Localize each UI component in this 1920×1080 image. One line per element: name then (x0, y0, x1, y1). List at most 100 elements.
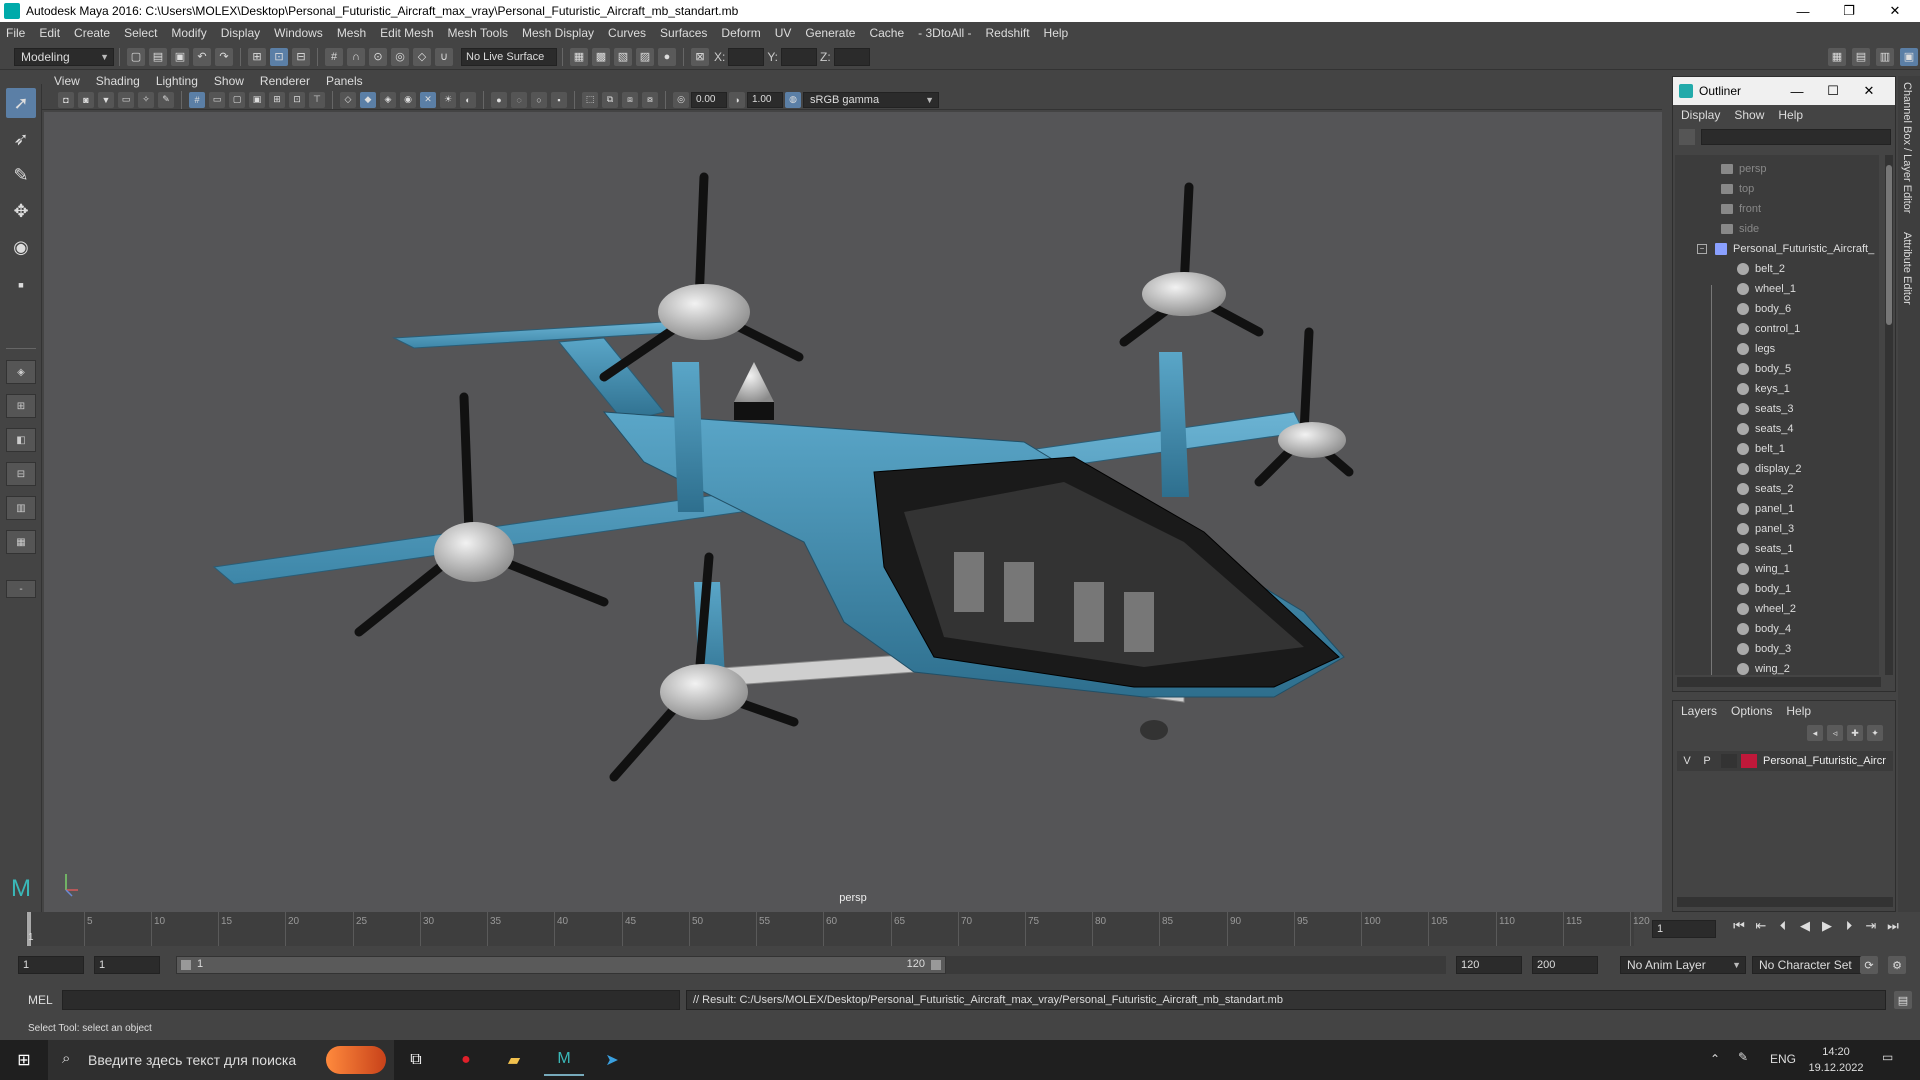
undo-icon[interactable]: ↶ (193, 47, 211, 66)
outliner-item-seats-3[interactable]: seats_3 (1737, 399, 1794, 419)
menu-modify[interactable]: Modify (171, 26, 206, 40)
menu-3dtoall[interactable]: - 3DtoAll - (918, 26, 971, 40)
color-management-icon[interactable]: ◍ (785, 91, 801, 108)
hypershade-icon[interactable]: ● (658, 47, 676, 66)
menu-edit-mesh[interactable]: Edit Mesh (380, 26, 433, 40)
attribute-editor-toggle-icon[interactable]: ▤ (1852, 47, 1870, 66)
outliner-item-body-3[interactable]: body_3 (1737, 639, 1791, 659)
wireframe-on-shaded-icon[interactable]: ◈ (380, 91, 396, 108)
viewport-menu-panels[interactable]: Panels (326, 74, 363, 88)
x-field[interactable] (728, 47, 765, 66)
outliner-item-body-5[interactable]: body_5 (1737, 359, 1791, 379)
taskbar-clock[interactable]: 14:20 19.12.2022 (1806, 1044, 1866, 1076)
telegram-icon[interactable]: ➤ (592, 1044, 632, 1076)
open-scene-icon[interactable]: ▤ (149, 47, 167, 66)
outliner-persp-graph-layout-icon[interactable]: ▦ (6, 530, 36, 554)
lasso-tool-icon[interactable]: ➶ (6, 124, 36, 154)
step-forward-key-icon[interactable]: ⇥ (1860, 918, 1882, 934)
persp-graph-layout-icon[interactable]: ⊟ (6, 462, 36, 486)
snap-curve-icon[interactable]: ∩ (347, 47, 365, 66)
new-layer-icon[interactable]: ✚ (1847, 725, 1863, 741)
select-hierarchy-icon[interactable]: ⊞ (248, 47, 266, 66)
snap-surface-icon[interactable]: ◇ (413, 47, 431, 66)
close-button[interactable]: ✕ (1872, 0, 1918, 22)
single-perspective-layout-icon[interactable]: ◈ (6, 360, 36, 384)
outliner-item-seats-2[interactable]: seats_2 (1737, 479, 1794, 499)
animation-preferences-icon[interactable]: ⚙ (1888, 956, 1906, 974)
minimize-button[interactable]: — (1780, 0, 1826, 22)
viewport-menu-lighting[interactable]: Lighting (156, 74, 198, 88)
tray-overflow-icon[interactable]: ⌃ (1710, 1052, 1720, 1066)
outliner-item-display-2[interactable]: display_2 (1737, 459, 1801, 479)
save-scene-icon[interactable]: ▣ (171, 47, 189, 66)
opera-browser-icon[interactable]: ● (446, 1044, 486, 1076)
select-component-icon[interactable]: ⊟ (292, 47, 310, 66)
menu-generate[interactable]: Generate (805, 26, 855, 40)
outliner-item-body-1[interactable]: body_1 (1737, 579, 1791, 599)
menu-edit[interactable]: Edit (39, 26, 60, 40)
motion-blur-icon[interactable]: ◌ (511, 91, 527, 108)
outliner-item-panel-1[interactable]: panel_1 (1737, 499, 1794, 519)
step-forward-frame-icon[interactable]: ⏵ (1838, 918, 1860, 934)
playback-end-field[interactable]: 120 (1456, 956, 1522, 974)
layer-row[interactable]: V P Personal_Futuristic_Aircr (1677, 751, 1893, 771)
outliner-horizontal-scrollbar[interactable] (1677, 677, 1881, 687)
transform-input-icon[interactable]: ⊠ (691, 47, 709, 66)
menu-mesh-tools[interactable]: Mesh Tools (448, 26, 508, 40)
input-language[interactable]: ENG (1770, 1052, 1796, 1066)
character-set-dropdown[interactable]: No Character Set (1752, 956, 1864, 974)
grid-icon[interactable]: # (189, 91, 205, 108)
exposure-icon[interactable]: ◎ (673, 91, 689, 108)
layers-menu-layers[interactable]: Layers (1681, 704, 1717, 718)
range-slider-track[interactable] (946, 956, 1446, 974)
filter-icon[interactable] (1679, 129, 1695, 145)
current-frame-field[interactable]: 1 (1652, 920, 1716, 938)
maya-taskbar-icon[interactable]: M (544, 1044, 584, 1076)
outliner-item-body-4[interactable]: body_4 (1737, 619, 1791, 639)
time-slider[interactable]: 5 10 15 20 25 30 35 40 45 50 55 60 65 70 75 80 85 90 95 100… (0, 912, 1920, 946)
menu-select[interactable]: Select (124, 26, 157, 40)
shadows-icon[interactable]: ◐ (460, 91, 476, 108)
outliner-item-wheel-2[interactable]: wheel_2 (1737, 599, 1796, 619)
outliner-item-wing-1[interactable]: wing_1 (1737, 559, 1790, 579)
outliner-menu-show[interactable]: Show (1734, 108, 1764, 122)
notifications-icon[interactable]: ▭ (1882, 1050, 1893, 1064)
file-explorer-icon[interactable]: ▰ (494, 1044, 534, 1076)
bookmark-icon[interactable]: ▼ (98, 91, 114, 108)
xray-joints-icon[interactable]: ⧉ (602, 91, 618, 108)
go-to-start-icon[interactable]: ⏮ (1728, 918, 1750, 934)
outliner-item-side[interactable]: side (1721, 219, 1759, 239)
render-settings-icon[interactable]: ▦ (570, 47, 588, 66)
taskbar-search-box[interactable]: ⌕ Введите здесь текст для поиска (48, 1040, 394, 1080)
layers-menu-help[interactable]: Help (1786, 704, 1811, 718)
play-backwards-icon[interactable]: ◀ (1794, 918, 1816, 934)
move-layer-up-icon[interactable]: ◂ (1807, 725, 1823, 741)
exposure-field[interactable]: 0.00 (691, 91, 727, 108)
outliner-search-input[interactable] (1701, 129, 1891, 145)
gamma-icon[interactable]: ◑ (729, 91, 745, 108)
menu-deform[interactable]: Deform (721, 26, 760, 40)
outliner-item-top[interactable]: top (1721, 179, 1754, 199)
menu-help[interactable]: Help (1044, 26, 1069, 40)
viewport-menu-view[interactable]: View (54, 74, 80, 88)
more-layouts-icon[interactable]: - (6, 580, 36, 598)
2d-pan-zoom-icon[interactable]: ✧ (138, 91, 154, 108)
menu-curves[interactable]: Curves (608, 26, 646, 40)
magnet-icon[interactable]: ∪ (435, 47, 453, 66)
pen-icon[interactable]: ✎ (1738, 1050, 1748, 1064)
windows-start-icon[interactable]: ⊞ (4, 1044, 44, 1076)
backface-culling-icon[interactable]: ⧇ (642, 91, 658, 108)
animation-end-field[interactable]: 200 (1532, 956, 1598, 974)
field-chart-icon[interactable]: ⊞ (269, 91, 285, 108)
tab-attribute-editor[interactable]: Attribute Editor (1901, 232, 1913, 305)
outliner-item-belt-2[interactable]: belt_2 (1737, 259, 1785, 279)
outliner-item-body-6[interactable]: body_6 (1737, 299, 1791, 319)
script-editor-icon[interactable]: ▤ (1894, 991, 1912, 1009)
resolution-gate-icon[interactable]: ▢ (229, 91, 245, 108)
layers-menu-options[interactable]: Options (1731, 704, 1772, 718)
view-transform-dropdown[interactable]: sRGB gamma ▼ (803, 91, 939, 108)
layer-visibility-toggle[interactable]: V (1677, 755, 1697, 767)
outliner-item-seats-1[interactable]: seats_1 (1737, 539, 1794, 559)
range-slider-bar[interactable]: 1 120 (176, 956, 946, 974)
ipr-render-icon[interactable]: ▧ (614, 47, 632, 66)
